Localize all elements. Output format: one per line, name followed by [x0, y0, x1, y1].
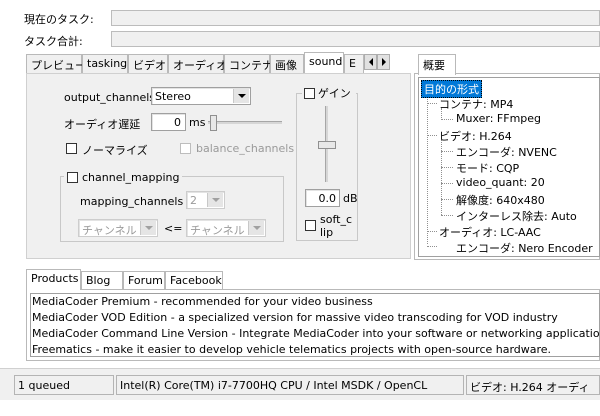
gain-header: ゲイン [302, 86, 356, 100]
tab-image[interactable]: 画像 [270, 54, 304, 73]
channel-from-select[interactable]: チャンネル 1 [78, 219, 158, 237]
arrow-right-icon [381, 58, 386, 66]
gain-label: ゲイン [318, 87, 351, 100]
tab-container[interactable]: コンテナ [224, 54, 273, 73]
soft-clip-checkbox[interactable] [305, 220, 316, 231]
balance-channels-label: balance_channels [196, 142, 295, 155]
chevron-down-icon [140, 221, 156, 235]
gain-checkbox[interactable] [304, 87, 315, 99]
output-channels-select[interactable]: Stereo [151, 87, 251, 105]
bottom-tab-strip: Products Blog Forum Facebook [26, 269, 326, 291]
arrow-left-icon [368, 58, 373, 66]
tree-item-audio[interactable]: オーディオ: LC-AAC [439, 224, 541, 240]
tab-preview[interactable]: プレビュー [26, 54, 86, 73]
channel-mapping-checkbox[interactable] [67, 171, 78, 183]
tab-tasking[interactable]: tasking [82, 54, 128, 73]
product-link[interactable]: MediaCoder Command Line Version - Integr… [32, 327, 599, 343]
chevron-down-icon [233, 89, 249, 103]
tree-item-audio-encoder[interactable]: エンコーダ: Nero Encoder [456, 240, 593, 256]
tab-audio[interactable]: オーディオ [168, 54, 227, 73]
current-task-label: 現在のタスク: [24, 13, 94, 26]
tree-item-resolution[interactable]: 解像度: 640x480 [456, 192, 545, 208]
normalize-checkbox[interactable] [66, 143, 77, 154]
mapping-channels-value: 2 [190, 194, 197, 207]
total-task-label: タスク合計: [24, 35, 83, 48]
product-link[interactable]: MediaCoder VOD Edition - a specialized v… [32, 311, 599, 327]
gain-value: 0.0 [318, 192, 337, 205]
status-cpu-text: Intel(R) Core(TM) i7-7700HQ CPU / Intel … [120, 379, 428, 392]
channel-to-value: チャンネル 1 [190, 224, 256, 237]
gain-value-input[interactable]: 0.0 [305, 189, 340, 207]
gain-slider[interactable] [318, 106, 336, 182]
tab-forum[interactable]: Forum [123, 271, 165, 290]
gain-unit: dB [343, 192, 358, 205]
channel-mapping-header: channel_mapping [64, 170, 183, 184]
slider-thumb[interactable] [210, 115, 217, 131]
audio-delay-value: 0 [174, 116, 181, 129]
output-channels-label: output_channels [64, 91, 156, 104]
tab-scroll-right-button[interactable] [377, 54, 390, 70]
tree-item-deinterlace[interactable]: インターレス除去: Auto [456, 208, 577, 224]
tab-scroll-left-button[interactable] [364, 54, 377, 70]
tree-item-mode[interactable]: モード: CQP [456, 160, 519, 176]
tree-item-video[interactable]: ビデオ: H.264 [439, 128, 512, 144]
tab-products[interactable]: Products [26, 269, 81, 290]
tab-facebook[interactable]: Facebook [165, 271, 223, 290]
status-queue-pane: 1 queued [14, 375, 114, 395]
tree-item-container[interactable]: コンテナ: MP4 [439, 96, 513, 112]
tree-item-video-quant[interactable]: video_quant: 20 [456, 176, 545, 189]
audio-delay-label: オーディオ遅延 [64, 118, 141, 131]
current-task-progress [111, 10, 600, 26]
product-link[interactable]: Freematics - make it easier to develop v… [32, 343, 599, 356]
normalize-label: ノーマライズ [82, 144, 148, 157]
tab-blog[interactable]: Blog [81, 271, 123, 290]
main-tab-strip: プレビュー tasking ビデオ オーディオ コンテナ 画像 sound E [26, 52, 411, 74]
channel-to-select[interactable]: チャンネル 1 [186, 219, 266, 237]
tab-e[interactable]: E [344, 54, 364, 73]
status-queue-text: 1 queued [18, 379, 70, 392]
mapping-channels-label: mapping_channels [80, 195, 184, 208]
status-video-pane: ビデオ: H.264 オーディ [466, 375, 600, 395]
map-arrow-label: <= [164, 222, 183, 235]
tree-item-muxer[interactable]: Muxer: FFmpeg [456, 112, 541, 125]
summary-tree: 目的の形式 コンテナ: MP4 Muxer: FFmpeg ビデオ: H.264… [418, 77, 600, 257]
output-channels-value: Stereo [155, 90, 191, 103]
audio-delay-input[interactable]: 0 [151, 113, 186, 131]
channel-mapping-label: channel_mapping [82, 170, 180, 184]
channel-from-value: チャンネル 1 [82, 224, 148, 237]
products-list: MediaCoder Premium - recommended for you… [30, 293, 600, 357]
chevron-down-icon [248, 221, 264, 235]
tab-sound[interactable]: sound [304, 52, 344, 73]
product-link[interactable]: MediaCoder Premium - recommended for you… [32, 295, 599, 311]
status-cpu-pane: Intel(R) Core(TM) i7-7700HQ CPU / Intel … [116, 375, 464, 395]
mapping-channels-select[interactable]: 2 [186, 191, 225, 209]
slider-thumb[interactable] [318, 141, 336, 149]
tab-video[interactable]: ビデオ [128, 54, 168, 73]
tab-summary[interactable]: 概要 [418, 54, 456, 75]
status-video-text: ビデオ: H.264 オーディ [470, 381, 590, 394]
chevron-down-icon [207, 193, 223, 207]
audio-delay-unit: ms [189, 116, 206, 129]
soft-clip-label: soft_c lip [320, 213, 353, 239]
tree-item-encoder[interactable]: エンコーダ: NVENC [456, 144, 557, 160]
balance-channels-checkbox[interactable] [180, 143, 191, 154]
total-task-progress [111, 31, 600, 47]
audio-delay-slider[interactable] [208, 114, 282, 131]
